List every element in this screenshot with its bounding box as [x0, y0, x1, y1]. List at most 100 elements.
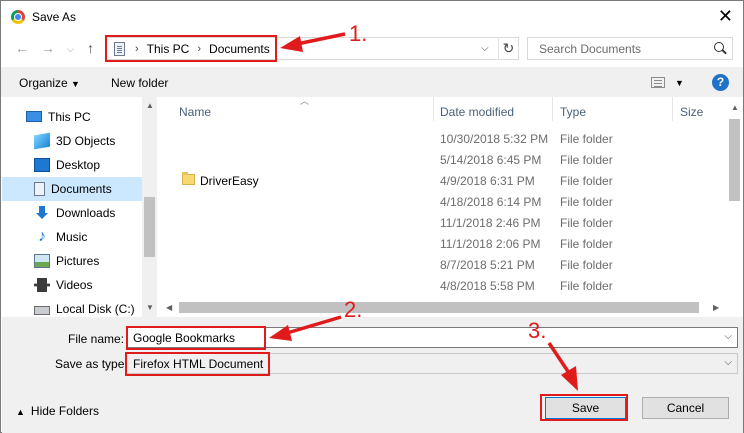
annotation-box-address	[105, 35, 277, 62]
close-icon[interactable]: ✕	[718, 6, 733, 26]
file-name-label: File name:	[68, 332, 125, 346]
file-type: File folder	[560, 153, 613, 167]
cancel-button[interactable]: Cancel	[642, 397, 729, 419]
3d-objects-icon	[34, 132, 50, 150]
file-type: File folder	[560, 195, 613, 209]
table-row[interactable]: 4/18/2018 6:14 PM File folder	[161, 192, 727, 213]
save-as-type-label: Save as type:	[55, 357, 128, 371]
annotation-box-file-name	[126, 326, 266, 350]
scroll-left-icon[interactable]: ◀	[166, 303, 172, 312]
help-icon[interactable]: ?	[712, 74, 729, 91]
file-type: File folder	[560, 174, 613, 188]
table-row[interactable]: 11/1/2018 2:06 PM File folder	[161, 234, 727, 255]
file-date: 4/18/2018 6:14 PM	[440, 195, 542, 209]
chevron-down-icon[interactable]: ⌵	[724, 357, 732, 368]
sidebar-item-label: Videos	[56, 278, 93, 292]
view-options-icon[interactable]	[651, 77, 665, 88]
up-arrow-icon[interactable]: ↑	[87, 40, 94, 56]
sidebar-item-label: Desktop	[56, 158, 101, 172]
chevron-down-icon[interactable]: ⌵	[481, 43, 489, 54]
file-date: 11/1/2018 2:06 PM	[440, 237, 541, 251]
scroll-down-icon[interactable]: ▼	[146, 303, 154, 312]
table-row[interactable]: DriverEasy 4/9/2018 6:31 PM File folder	[161, 171, 727, 192]
column-header-date[interactable]: Date modified	[440, 105, 514, 119]
navigation-pane: This PC 3D Objects Desktop Documents Dow…	[2, 97, 157, 317]
sidebar-item-desktop[interactable]: Desktop	[2, 153, 143, 177]
sidebar-item-label: Documents	[51, 182, 112, 196]
annotation-step-2: 2.	[344, 297, 363, 322]
scroll-up-icon[interactable]: ▲	[146, 101, 154, 110]
refresh-icon[interactable]: ↻	[498, 37, 518, 60]
file-name: DriverEasy	[200, 174, 259, 188]
sidebar-item-downloads[interactable]: Downloads	[2, 201, 143, 225]
sidebar-item-pictures[interactable]: Pictures	[2, 249, 143, 273]
sort-ascending-icon: ︿	[300, 96, 310, 106]
file-type: File folder	[560, 279, 613, 293]
caret-down-icon: ▼	[71, 79, 80, 89]
window-title: Save As	[32, 10, 77, 24]
file-date: 10/30/2018 5:32 PM	[440, 132, 549, 146]
chevron-down-icon[interactable]: ⌵	[724, 331, 732, 342]
column-divider[interactable]	[672, 97, 673, 121]
sidebar-item-videos[interactable]: Videos	[2, 273, 143, 297]
sidebar-item-label: This PC	[48, 110, 91, 124]
sidebar-item-label: 3D Objects	[56, 134, 116, 148]
sidebar-item-music[interactable]: ♪ Music	[2, 225, 143, 249]
scroll-right-icon[interactable]: ▶	[713, 303, 719, 312]
pictures-icon	[34, 254, 50, 268]
videos-icon	[34, 278, 50, 292]
table-row[interactable]: 11/1/2018 2:46 PM File folder	[161, 213, 727, 234]
file-date: 4/9/2018 6:31 PM	[440, 174, 535, 188]
column-divider[interactable]	[552, 97, 553, 121]
file-date: 8/7/2018 5:21 PM	[440, 258, 535, 272]
sidebar-item-this-pc[interactable]: This PC	[2, 105, 143, 129]
file-list-vertical-scrollbar[interactable]: ▲	[727, 97, 742, 299]
search-input[interactable]: Search Documents	[527, 37, 733, 60]
caret-down-icon[interactable]: ▼	[675, 78, 684, 88]
annotation-box-save-type	[125, 352, 270, 376]
desktop-icon	[34, 158, 50, 172]
sidebar-item-label: Downloads	[56, 206, 116, 220]
file-list-horizontal-scrollbar[interactable]: ◀ ▶	[161, 299, 727, 316]
scrollbar-thumb[interactable]	[144, 197, 155, 257]
save-options-panel: File name: Google Bookmarks ⌵ Save as ty…	[2, 317, 743, 433]
file-date: 11/1/2018 2:46 PM	[440, 216, 541, 230]
organize-button[interactable]: Organize ▼	[19, 76, 80, 90]
navigation-pane-scrollbar[interactable]: ▲ ▼	[142, 97, 157, 317]
file-type: File folder	[560, 237, 613, 251]
sidebar-item-label: Local Disk (C:)	[56, 302, 135, 316]
file-date: 5/14/2018 6:45 PM	[440, 153, 542, 167]
scroll-up-icon[interactable]: ▲	[731, 103, 739, 112]
sidebar-item-3d-objects[interactable]: 3D Objects	[2, 129, 143, 153]
save-as-dialog: Save As ✕ ← → ⌵ ↑ › This PC › Documents …	[0, 0, 744, 433]
search-icon	[714, 42, 724, 52]
column-divider[interactable]	[433, 97, 434, 121]
hide-folders-button[interactable]: ▲ Hide Folders	[16, 404, 99, 418]
toolbar: Organize ▼ New folder ▼ ?	[1, 67, 743, 97]
download-icon	[34, 206, 50, 220]
recent-locations-icon[interactable]: ⌵	[67, 44, 74, 55]
file-type: File folder	[560, 132, 613, 146]
back-arrow-icon[interactable]: ←	[15, 40, 29, 56]
table-row[interactable]: 5/14/2018 6:45 PM File folder	[161, 150, 727, 171]
table-row[interactable]: 10/30/2018 5:32 PM File folder	[161, 129, 727, 150]
hide-folders-label: Hide Folders	[30, 404, 99, 418]
scrollbar-thumb[interactable]	[729, 119, 740, 201]
table-row[interactable]: 8/7/2018 5:21 PM File folder	[161, 255, 727, 276]
column-header-type[interactable]: Type	[560, 105, 586, 119]
computer-icon	[26, 110, 42, 122]
column-header-name[interactable]: Name	[179, 105, 211, 119]
folder-icon	[182, 172, 195, 185]
column-header-size[interactable]: Size	[680, 105, 703, 119]
chevron-up-icon: ▲	[16, 407, 25, 417]
annotation-step-3: 3.	[528, 318, 547, 343]
table-row[interactable]: 4/8/2018 5:58 PM File folder	[161, 276, 727, 297]
music-icon: ♪	[38, 228, 46, 245]
scrollbar-thumb[interactable]	[179, 302, 699, 313]
forward-arrow-icon[interactable]: →	[41, 40, 55, 56]
documents-icon	[34, 182, 45, 196]
file-type: File folder	[560, 258, 613, 272]
sidebar-item-documents[interactable]: Documents	[2, 177, 143, 201]
organize-label: Organize	[19, 76, 68, 90]
new-folder-button[interactable]: New folder	[111, 76, 168, 90]
